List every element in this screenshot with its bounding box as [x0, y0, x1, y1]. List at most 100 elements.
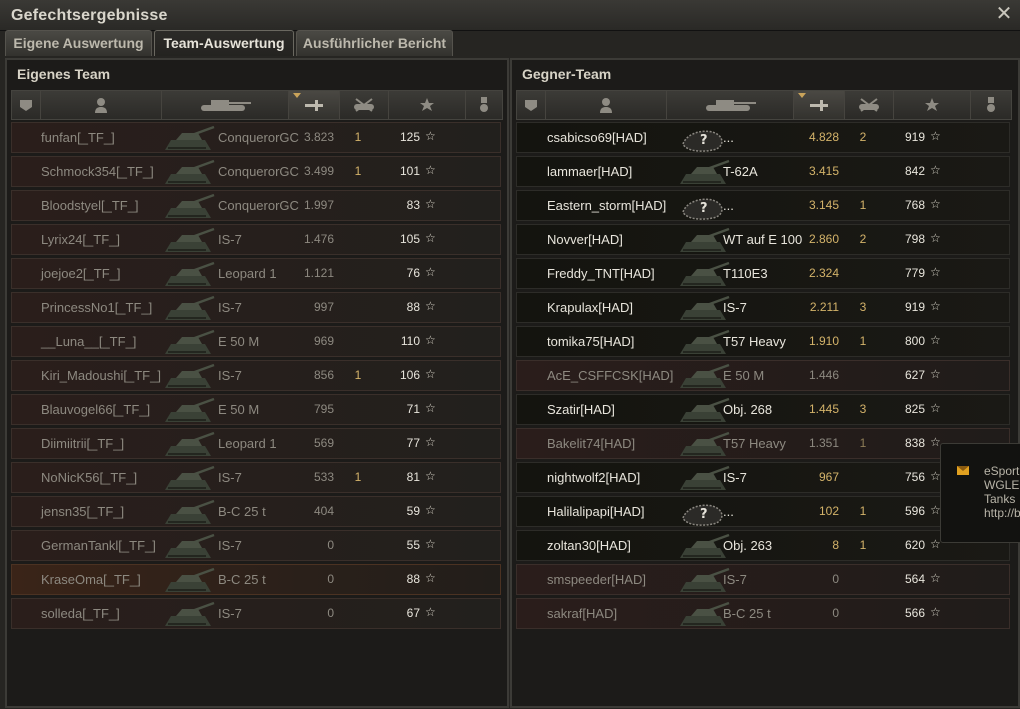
player-row[interactable]: smspeeder[HAD] IS-7 0 564 ☆ [516, 564, 1010, 595]
player-row[interactable]: Lyrix24[_TF_] IS-7 1.476 105 ☆ [11, 224, 501, 255]
tab-eigene-auswertung[interactable]: Eigene Auswertung [5, 30, 152, 56]
player-row[interactable]: csabicso69[HAD]?... 4.828 2 919 ☆ [516, 122, 1010, 153]
platoon-column-icon[interactable] [517, 91, 546, 119]
kills-column-icon[interactable] [845, 91, 894, 119]
window-title: Gefechtsergebnisse [11, 7, 168, 24]
player-row[interactable]: AcE_CSFFCSK[HAD] E 50 M 1.446 627 ☆ [516, 360, 1010, 391]
player-row[interactable]: __Luna__[_TF_] E 50 M 969 110 ☆ [11, 326, 501, 357]
xp-value: 110 [400, 334, 420, 348]
tab-ausfuehrlicher-bericht[interactable]: Ausführlicher Bericht [296, 30, 453, 56]
star-icon: ☆ [425, 163, 436, 177]
damage-value: 0 [832, 606, 839, 620]
xp-value: 596 [904, 504, 925, 518]
damage-value: 0 [327, 606, 334, 620]
tank-icon [162, 124, 216, 153]
tank-icon [162, 192, 216, 221]
kills-value: 2 [859, 130, 867, 144]
xp-value: 566 [904, 606, 925, 620]
tab-team-auswertung[interactable]: Team-Auswertung [154, 30, 294, 56]
player-row[interactable]: Eastern_storm[HAD]?... 3.145 1 768 ☆ [516, 190, 1010, 221]
tank-name: ... [723, 130, 734, 145]
tank-name: E 50 M [218, 334, 260, 349]
medal-column-icon[interactable] [466, 91, 502, 119]
player-row[interactable]: Schmock354[_TF_] ConquerorGC 3.499 1 101 ☆ [11, 156, 501, 187]
tank-column-icon[interactable] [162, 91, 289, 119]
player-row[interactable]: Krapulax[HAD] IS-7 2.211 3 919 ☆ [516, 292, 1010, 323]
damage-value: 1.446 [808, 368, 839, 382]
kills-value: 3 [859, 402, 867, 416]
damage-value: 0 [327, 538, 334, 552]
xp-value: 798 [904, 232, 925, 246]
battle-results-window: Gefechtsergebnisse ✕ Eigene Auswertung T… [0, 0, 1020, 709]
player-row[interactable]: zoltan30[HAD] Obj. 263 8 1 620 ☆ [516, 530, 1010, 561]
kills-value: 1 [859, 198, 867, 212]
player-row[interactable]: GermanTankl[_TF_] IS-7 0 55 ☆ [11, 530, 501, 561]
damage-value: 1.997 [303, 198, 334, 212]
player-row[interactable]: jensn35[_TF_] B-C 25 t 404 59 ☆ [11, 496, 501, 527]
player-row[interactable]: Freddy_TNT[HAD] T110E3 2.324 779 ☆ [516, 258, 1010, 289]
xp-value: 105 [399, 232, 420, 246]
kills-column-icon[interactable] [340, 91, 389, 119]
tank-name: E 50 M [723, 368, 765, 383]
star-icon: ☆ [425, 605, 436, 619]
damage-value: 3.145 [808, 198, 839, 212]
damage-column-icon[interactable] [289, 91, 340, 119]
player-name: Diimiitrii[_TF_] [41, 436, 125, 451]
player-row[interactable]: funfan[_TF_] ConquerorGC 3.823 1 125 ☆ [11, 122, 501, 153]
player-row[interactable]: Blauvogel66[_TF_] E 50 M 795 71 ☆ [11, 394, 501, 425]
player-row[interactable]: tomika75[HAD] T57 Heavy 1.910 1 800 ☆ [516, 326, 1010, 357]
star-icon: ☆ [930, 605, 941, 619]
player-row[interactable]: Kiri_Madoushi[_TF_] IS-7 856 1 106 ☆ [11, 360, 501, 391]
player-column-icon[interactable] [41, 91, 162, 119]
close-icon[interactable]: ✕ [994, 3, 1014, 25]
xp-value: 842 [904, 164, 925, 178]
player-row[interactable]: Bakelit74[HAD] T57 Heavy 1.351 1 838 ☆ [516, 428, 1010, 459]
tank-icon [162, 498, 216, 527]
own-team-title: Eigenes Team [17, 66, 111, 82]
player-row[interactable]: KraseOma[_TF_] B-C 25 t 0 88 ☆ [11, 564, 501, 595]
player-name: Szatir[HAD] [547, 402, 615, 417]
damage-value: 967 [818, 470, 839, 484]
player-row[interactable]: NoNicK56[_TF_] IS-7 533 1 81 ☆ [11, 462, 501, 493]
svg-text:?: ? [700, 507, 708, 522]
xp-value: 919 [904, 300, 925, 314]
star-icon: ☆ [930, 299, 941, 313]
xp-column-icon[interactable] [389, 91, 466, 119]
medal-column-icon[interactable] [971, 91, 1011, 119]
xp-value: 59 [406, 504, 420, 518]
enemy-team-column-header [516, 90, 1012, 120]
tank-column-icon[interactable] [667, 91, 794, 119]
player-row[interactable]: solleda[_TF_] IS-7 0 67 ☆ [11, 598, 501, 629]
kills-value: 1 [859, 538, 867, 552]
player-row[interactable]: nightwolf2[HAD] IS-7 967 756 ☆ [516, 462, 1010, 493]
player-row[interactable]: lammaer[HAD] T-62A 3.415 842 ☆ [516, 156, 1010, 187]
xp-value: 825 [904, 402, 925, 416]
player-row[interactable]: sakraf[HAD] B-C 25 t 0 566 ☆ [516, 598, 1010, 629]
player-name: csabicso69[HAD] [547, 130, 647, 145]
player-name: Novver[HAD] [547, 232, 623, 247]
damage-value: 969 [313, 334, 334, 348]
player-row[interactable]: Halilalipapi[HAD]?... 102 1 596 ☆ [516, 496, 1010, 527]
tank-icon [162, 396, 216, 425]
platoon-column-icon[interactable] [12, 91, 41, 119]
star-icon: ☆ [930, 129, 941, 143]
player-name: jensn35[_TF_] [41, 504, 125, 519]
notification-popup[interactable]: eSport WGLEU Tanks http://b [940, 443, 1020, 543]
kills-value: 3 [859, 300, 867, 314]
tank-name: IS-7 [723, 572, 747, 587]
tank-name: Leopard 1 [218, 436, 277, 451]
player-row[interactable]: Novver[HAD] WT auf E 100 2.860 2 798 ☆ [516, 224, 1010, 255]
xp-value: 620 [904, 538, 925, 552]
tank-icon [162, 566, 216, 595]
player-column-icon[interactable] [546, 91, 667, 119]
player-row[interactable]: Szatir[HAD] Obj. 268 1.445 3 825 ☆ [516, 394, 1010, 425]
player-name: Bakelit74[HAD] [547, 436, 636, 451]
player-row[interactable]: joejoe2[_TF_] Leopard 1 1.121 76 ☆ [11, 258, 501, 289]
xp-value: 125 [399, 130, 420, 144]
player-row[interactable]: Bloodstyel[_TF_] ConquerorGC 1.997 83 ☆ [11, 190, 501, 221]
player-row[interactable]: Diimiitrii[_TF_] Leopard 1 569 77 ☆ [11, 428, 501, 459]
own-team-column-header [11, 90, 503, 120]
xp-column-icon[interactable] [894, 91, 971, 119]
damage-column-icon[interactable] [794, 91, 845, 119]
player-row[interactable]: PrincessNo1[_TF_] IS-7 997 88 ☆ [11, 292, 501, 323]
